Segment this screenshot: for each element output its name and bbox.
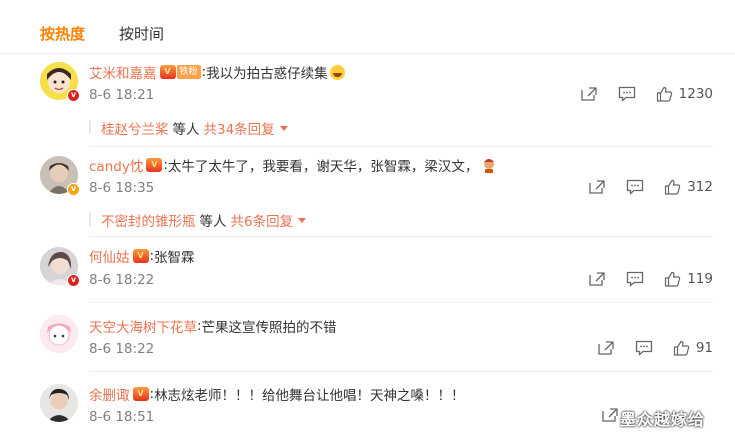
like-button[interactable]: 1230 [656, 86, 713, 102]
comment-time: 8-6 18:22 [89, 272, 155, 288]
comment-actions: 312 [568, 179, 713, 195]
comment-time: 8-6 18:35 [89, 180, 155, 196]
like-count: 119 [687, 271, 713, 287]
comment-button[interactable] [635, 340, 653, 356]
reply-summary: 不密封的锥形瓶 等人 共6条回复 [101, 210, 307, 230]
rich-emoji-icon [480, 156, 498, 174]
view-replies-link[interactable]: 共6条回复 [231, 210, 307, 230]
comment-icon [635, 340, 652, 356]
tab-by-time[interactable]: 按时间 [119, 23, 164, 44]
like-count: 1230 [678, 86, 713, 102]
comment-username[interactable]: candy忱 [89, 155, 143, 175]
share-icon [602, 408, 618, 422]
avatar[interactable] [40, 384, 78, 422]
view-replies-link[interactable]: 共34条回复 [204, 118, 288, 138]
chevron-down-icon [298, 217, 307, 223]
comment-icon [618, 86, 635, 102]
comment-actions [581, 407, 619, 423]
share-icon [589, 180, 605, 194]
share-button[interactable] [601, 407, 619, 423]
share-icon [589, 272, 605, 286]
like-count: 91 [695, 340, 713, 356]
reply-username[interactable]: 桂赵兮兰桨 [101, 118, 169, 138]
comment-text: 我以为拍古惑仔续集 [206, 66, 328, 82]
verified-badge-icon: v [67, 89, 80, 102]
sort-tabs: 按热度 按时间 [40, 23, 164, 44]
avatar[interactable]: v [40, 247, 80, 287]
vip-crown-icon: V [159, 65, 176, 79]
share-button[interactable] [580, 86, 598, 102]
comment-text: 张智霖 [154, 250, 195, 266]
thumbs-up-icon [665, 179, 681, 195]
laugh-cry-emoji-icon [329, 64, 345, 80]
like-count: 312 [687, 179, 713, 195]
comment-button[interactable] [618, 86, 636, 102]
verified-badge-icon: v [67, 183, 80, 196]
thumbs-up-icon [656, 86, 672, 102]
comment-username[interactable]: 艾米和嘉嘉 [89, 62, 157, 82]
tabs-divider [0, 53, 735, 54]
like-button[interactable]: 91 [673, 340, 713, 356]
share-button[interactable] [597, 340, 615, 356]
avatar[interactable]: v [40, 62, 80, 102]
share-button[interactable] [588, 179, 606, 195]
like-button[interactable]: 312 [664, 179, 713, 195]
watermark: 墨众越嫁给 [620, 410, 706, 429]
comment-username[interactable]: 何仙姑 [89, 246, 130, 266]
reply-summary: 桂赵兮兰桨 等人 共34条回复 [101, 118, 288, 138]
thumbs-up-icon [665, 271, 681, 287]
reply-username[interactable]: 不密封的锥形瓶 [101, 210, 196, 230]
like-button[interactable]: 119 [664, 271, 713, 287]
avatar[interactable]: v [40, 156, 80, 196]
comment-time: 8-6 18:22 [89, 341, 155, 357]
comment-actions: 119 [568, 271, 713, 287]
share-button[interactable] [588, 271, 606, 287]
comment-username[interactable]: 余删诹 [89, 384, 130, 404]
comment-button[interactable] [626, 271, 644, 287]
avatar-image [40, 384, 78, 422]
comment-icon [627, 179, 644, 195]
comment-text: 林志炫老师！！！给他舞台让他唱！天神之嗓！！！ [154, 388, 465, 404]
share-icon [598, 341, 614, 355]
fan-badge: 铁粉 [176, 65, 201, 79]
chevron-down-icon [279, 125, 288, 131]
avatar-image [40, 315, 78, 353]
comment-username[interactable]: 天空大海树下花草 [89, 316, 197, 336]
tab-by-hot[interactable]: 按热度 [40, 23, 85, 44]
comment-line: 何仙姑 V : 张智霖 [89, 246, 195, 266]
comment-actions: 1230 [560, 86, 713, 102]
comment-line: 天空大海树下花草 : 芒果这宣传照拍的不错 [89, 316, 337, 336]
avatar[interactable] [40, 315, 78, 353]
comment-line: candy忱 V : 太牛了太牛了，我要看，谢天华，张智霖，梁汉文， [89, 155, 498, 175]
comment-text: 太牛了太牛了，我要看，谢天华，张智霖，梁汉文， [167, 159, 479, 175]
share-icon [580, 87, 597, 101]
comment-icon [627, 271, 644, 287]
verified-badge-icon: v [67, 274, 80, 287]
comment-line: 余删诹 V : 林志炫老师！！！给他舞台让他唱！天神之嗓！！！ [89, 384, 465, 404]
vip-crown-icon: V [132, 387, 149, 401]
comment-actions: 91 [577, 340, 713, 356]
comment-line: 艾米和嘉嘉 V 铁粉 : 我以为拍古惑仔续集 [89, 62, 345, 82]
comment-time: 8-6 18:21 [89, 87, 155, 103]
comment-button[interactable] [626, 179, 644, 195]
vip-crown-icon: V [146, 158, 163, 172]
vip-crown-icon: V [132, 249, 149, 263]
comment-text: 芒果这宣传照拍的不错 [201, 320, 337, 336]
thumbs-up-icon [673, 340, 690, 356]
comment-time: 8-6 18:51 [89, 409, 155, 425]
